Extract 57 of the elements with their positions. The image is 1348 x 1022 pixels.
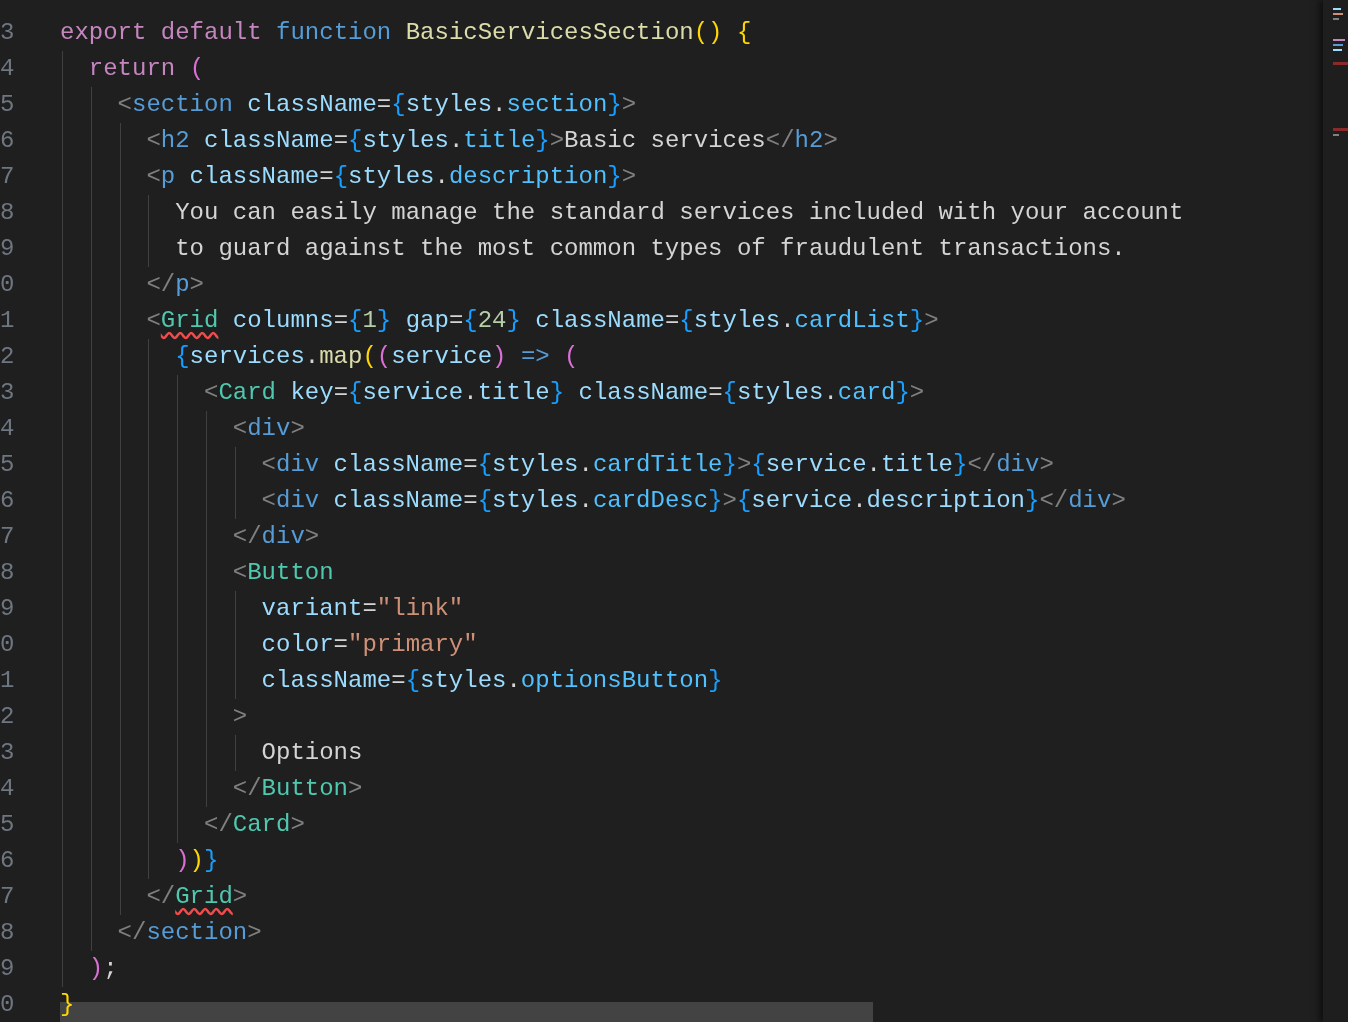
code-line: color="primary" bbox=[261, 630, 478, 660]
code-line: You can easily manage the standard services included with your account bbox=[175, 198, 1184, 228]
line-number: 9 bbox=[0, 594, 15, 624]
line-number: 7 bbox=[0, 522, 15, 552]
code-line: </Button> bbox=[232, 774, 363, 804]
line-number: 9 bbox=[0, 954, 15, 984]
line-number: 4 bbox=[0, 54, 15, 84]
line-number: 8 bbox=[0, 918, 15, 948]
line-number: 5 bbox=[0, 810, 15, 840]
code-line: <Card key={service.title} className={styles.card}> bbox=[204, 378, 925, 408]
line-number: 8 bbox=[0, 558, 15, 588]
code-line: <Grid columns={1} gap={24} className={styles.cardList}> bbox=[146, 306, 939, 336]
code-line: className={styles.optionsButton} bbox=[261, 666, 723, 696]
line-number: 5 bbox=[0, 450, 15, 480]
line-number: 3 bbox=[0, 738, 15, 768]
code-line: to guard against the most common types of fraudulent transactions. bbox=[175, 234, 1126, 264]
code-line: } bbox=[60, 990, 75, 1020]
line-number: 4 bbox=[0, 414, 15, 444]
code-line: </div> bbox=[232, 522, 320, 552]
code-line: > bbox=[232, 702, 248, 732]
code-line: ); bbox=[88, 954, 118, 984]
code-line: <section className={styles.section}> bbox=[117, 90, 637, 120]
line-number: 7 bbox=[0, 162, 15, 192]
minimap-drawing[interactable] bbox=[1323, 0, 1348, 1022]
code-line: ))} bbox=[175, 846, 219, 876]
line-number: 3 bbox=[0, 18, 15, 48]
code-line: <Button bbox=[232, 558, 334, 588]
code-line: </section> bbox=[117, 918, 262, 948]
code-line: </Grid> bbox=[146, 882, 248, 912]
line-number: 7 bbox=[0, 882, 15, 912]
line-number: 9 bbox=[0, 234, 15, 264]
line-number: 4 bbox=[0, 774, 15, 804]
line-number: 8 bbox=[0, 198, 15, 228]
line-number: 0 bbox=[0, 270, 15, 300]
code-line: </Card> bbox=[204, 810, 305, 840]
line-number: 6 bbox=[0, 846, 15, 876]
line-number: 0 bbox=[0, 990, 15, 1020]
code-line: </p> bbox=[146, 270, 204, 300]
line-number: 1 bbox=[0, 306, 15, 336]
line-number: 5 bbox=[0, 90, 15, 120]
code-line: <div className={styles.cardDesc}>{service.description}</div> bbox=[261, 486, 1126, 516]
line-number: 2 bbox=[0, 342, 15, 372]
line-number: 6 bbox=[0, 486, 15, 516]
code-line: {services.map((service) => ( bbox=[175, 342, 579, 372]
line-number: 3 bbox=[0, 378, 15, 408]
line-number: 0 bbox=[0, 630, 15, 660]
code-line: <div className={styles.cardTitle}>{service.title}</div> bbox=[261, 450, 1054, 480]
code-line: variant="link" bbox=[261, 594, 464, 624]
line-number: 6 bbox=[0, 126, 15, 156]
line-number: 2 bbox=[0, 702, 15, 732]
code-line: <h2 className={styles.title}>Basic services</h2> bbox=[146, 126, 838, 156]
code-line: <div> bbox=[232, 414, 305, 444]
code-line: Options bbox=[261, 738, 363, 768]
code-line: <p className={styles.description}> bbox=[146, 162, 637, 192]
line-number: 1 bbox=[0, 666, 15, 696]
code-line: export default function BasicServicesSection() { bbox=[60, 18, 752, 48]
code-line: return ( bbox=[88, 54, 205, 84]
